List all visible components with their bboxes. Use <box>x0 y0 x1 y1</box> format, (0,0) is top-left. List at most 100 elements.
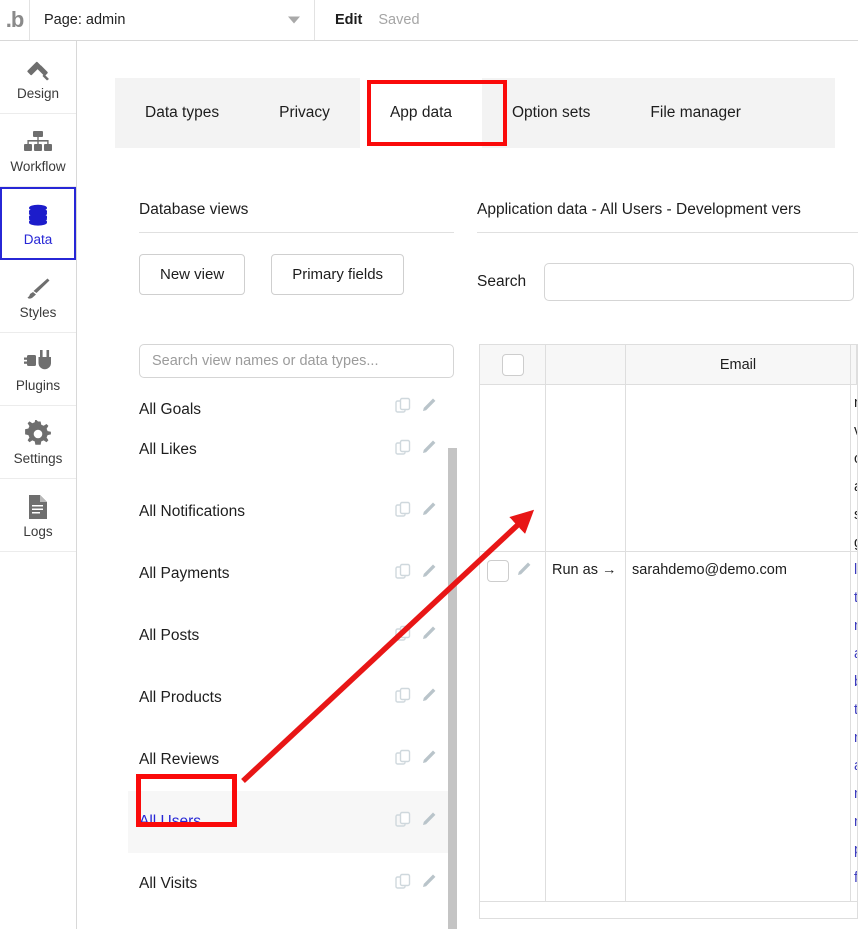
design-icon <box>24 54 52 84</box>
row-edit-pencil-icon[interactable] <box>515 561 532 582</box>
row-select-cell <box>480 385 546 551</box>
table-row[interactable]: n v c a s g <box>480 385 857 552</box>
tab-data-types[interactable]: Data types <box>115 78 249 148</box>
view-name: All Products <box>139 689 222 706</box>
sidebar-item-label: Data <box>23 232 53 248</box>
search-input[interactable] <box>544 263 855 301</box>
database-views-panel: Database views New view Primary fields A… <box>115 148 457 929</box>
duplicate-icon[interactable] <box>395 873 412 895</box>
clipped-text: n <box>854 808 857 836</box>
sidebar-item-logs[interactable]: Logs <box>0 479 76 552</box>
tab-label: Privacy <box>279 104 330 121</box>
view-name: All Notifications <box>139 503 245 520</box>
sidebar-item-plugins[interactable]: Plugins <box>0 333 76 406</box>
row-checkbox[interactable] <box>487 560 509 582</box>
edit-pencil-icon[interactable] <box>420 397 437 419</box>
sidebar-item-styles[interactable]: Styles <box>0 260 76 333</box>
sidebar-item-label: Styles <box>19 304 57 320</box>
workflow-icon <box>23 127 53 157</box>
tab-option-sets[interactable]: Option sets <box>482 78 620 148</box>
edit-pencil-icon[interactable] <box>420 563 437 585</box>
tab-privacy[interactable]: Privacy <box>249 78 360 148</box>
edit-pencil-icon[interactable] <box>420 873 437 895</box>
data-grid: Email n v c a <box>479 344 858 919</box>
brush-icon <box>24 273 52 303</box>
edit-button[interactable]: Edit <box>335 12 362 28</box>
list-item[interactable]: All Likes <box>128 419 455 481</box>
duplicate-icon[interactable] <box>395 563 412 585</box>
view-search-input[interactable] <box>139 344 454 378</box>
duplicate-icon[interactable] <box>395 439 412 461</box>
sidebar-item-workflow[interactable]: Workflow <box>0 114 76 187</box>
row-icons <box>395 563 437 585</box>
sidebar-item-design[interactable]: Design <box>0 41 76 114</box>
new-view-button[interactable]: New view <box>139 254 246 295</box>
tab-label: Option sets <box>512 104 591 121</box>
sidebar-item-label: Workflow <box>10 158 66 174</box>
duplicate-icon[interactable] <box>395 749 412 771</box>
clipped-text: a <box>854 640 857 668</box>
tab-app-data[interactable]: App data <box>359 78 482 148</box>
divider <box>477 232 858 233</box>
list-item[interactable]: All Products <box>128 667 455 729</box>
list-item[interactable]: All Reviews <box>128 729 455 791</box>
edit-pencil-icon[interactable] <box>420 687 437 709</box>
clipped-text: n <box>854 780 857 808</box>
edit-pencil-icon[interactable] <box>420 811 437 833</box>
row-extra-cell: l t n a b t n a n n p f v <box>851 552 857 901</box>
email-column-header[interactable]: Email <box>626 345 851 384</box>
primary-fields-button[interactable]: Primary fields <box>271 254 405 295</box>
clipped-text: n <box>854 389 857 417</box>
edit-pencil-icon[interactable] <box>420 439 437 461</box>
data-search-row: Search <box>477 263 855 301</box>
views-button-row: New view Primary fields <box>139 254 405 295</box>
clipped-text: a <box>854 752 857 780</box>
list-item[interactable]: All Goals <box>128 392 455 419</box>
table-row[interactable]: Run as → sarahdemo@demo.com l t n a b t <box>480 552 857 902</box>
sidebar-item-label: Design <box>16 85 60 101</box>
plug-icon <box>23 346 53 376</box>
edit-pencil-icon[interactable] <box>420 749 437 771</box>
duplicate-icon[interactable] <box>395 811 412 833</box>
row-icons <box>395 811 437 833</box>
divider <box>139 232 454 233</box>
list-item[interactable]: All Posts <box>128 605 455 667</box>
clipped-text: n <box>854 724 857 752</box>
row-actions-cell: Run as → <box>546 552 626 901</box>
tab-label: Data types <box>145 104 220 121</box>
data-grid-header: Email <box>480 345 857 385</box>
duplicate-icon[interactable] <box>395 687 412 709</box>
view-name: All Payments <box>139 565 230 582</box>
tab-file-manager[interactable]: File manager <box>620 78 770 148</box>
duplicate-icon[interactable] <box>395 625 412 647</box>
list-item[interactable]: All Notifications <box>128 481 455 543</box>
list-item[interactable]: All Payments <box>128 543 455 605</box>
select-all-checkbox[interactable] <box>501 353 524 376</box>
saved-status: Saved <box>378 12 420 28</box>
edit-pencil-icon[interactable] <box>420 501 437 523</box>
extra-column-header[interactable] <box>851 345 857 384</box>
email-value: sarahdemo@demo.com <box>632 562 787 578</box>
top-bar-actions: Edit Saved <box>315 0 420 40</box>
app-data-content: Database views New view Primary fields A… <box>115 148 858 929</box>
tab-label: File manager <box>650 104 741 121</box>
duplicate-icon[interactable] <box>395 501 412 523</box>
bubble-logo-icon[interactable]: .b <box>0 0 30 40</box>
list-item[interactable]: All Visits <box>128 853 455 915</box>
top-bar: .b Page: admin Edit Saved <box>0 0 858 41</box>
edit-pencil-icon[interactable] <box>420 625 437 647</box>
search-label: Search <box>477 273 527 290</box>
row-icons <box>395 873 437 895</box>
clipped-text: f <box>854 864 857 892</box>
application-data-panel: Application data - All Users - Developme… <box>477 148 858 929</box>
run-as-link[interactable]: Run as → <box>552 560 616 893</box>
sidebar-item-label: Logs <box>23 523 53 539</box>
views-list-scrollbar[interactable] <box>448 448 457 929</box>
sidebar-item-settings[interactable]: Settings <box>0 406 76 479</box>
page-selector-dropdown[interactable]: Page: admin <box>30 0 315 40</box>
list-item-all-users[interactable]: All Users <box>128 791 455 853</box>
duplicate-icon[interactable] <box>395 397 412 419</box>
document-icon <box>25 492 51 522</box>
sidebar-item-label: Plugins <box>15 377 61 393</box>
sidebar-item-data[interactable]: Data <box>0 187 76 260</box>
